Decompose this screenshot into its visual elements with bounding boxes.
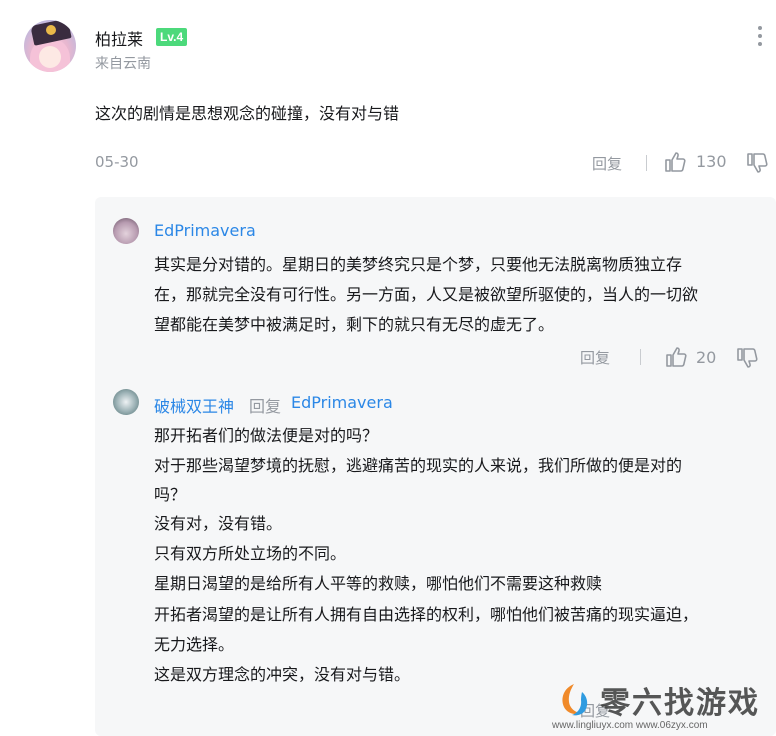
reply-avatar[interactable] bbox=[113, 218, 139, 244]
avatar-hat-ornament bbox=[46, 25, 56, 35]
comment-username[interactable]: 柏拉莱 bbox=[95, 26, 143, 50]
location-text: 来自云南 bbox=[95, 56, 151, 72]
reply-text-line: 只有双方所处立场的不同。 bbox=[154, 544, 347, 563]
watermark-url: www.lingliuyx.com www.06zyx.com bbox=[552, 720, 708, 731]
action-divider bbox=[646, 155, 647, 171]
reply-button[interactable]: 回复 bbox=[580, 347, 610, 368]
reply-text-line: 那开拓者们的做法便是对的吗？ bbox=[154, 426, 379, 445]
reply-text-line: 其实是分对错的。星期日的美梦终究只是个梦，只要他无法脱离物质独立存 bbox=[154, 255, 683, 274]
comment-date: 05-30 bbox=[95, 153, 139, 171]
reply-text-line: 这是双方理念的冲突，没有对与错。 bbox=[154, 665, 411, 684]
reply-text-line: 望都能在美梦中被满足时，剩下的就只有无尽的虚无了。 bbox=[154, 315, 555, 334]
level-badge: Lv.4 bbox=[156, 28, 188, 46]
reply-avatar[interactable] bbox=[113, 389, 139, 415]
reply-to-label: 回复 bbox=[249, 397, 282, 416]
site-watermark: 零六找游戏 www.lingliuyx.com www.06zyx.com bbox=[548, 676, 776, 736]
reply-text-line: 对于那些渴望梦境的抚慰，逃避痛苦的现实的人来说，我们所做的便是对的 bbox=[154, 456, 683, 475]
thumbs-down-icon[interactable] bbox=[736, 347, 758, 369]
thumbs-down-icon[interactable] bbox=[746, 152, 768, 174]
reply-text-line: 吗？ bbox=[154, 485, 187, 504]
thumbs-up-icon[interactable] bbox=[664, 151, 686, 173]
reply-button[interactable]: 回复 bbox=[592, 153, 622, 174]
reply-text-line: 没有对，没有错。 bbox=[154, 514, 283, 533]
reply-username[interactable]: 破械双王神 bbox=[154, 393, 234, 417]
comment-text: 这次的剧情是思想观念的碰撞，没有对与错 bbox=[95, 104, 400, 123]
like-count: 20 bbox=[696, 348, 717, 367]
watermark-logo-icon bbox=[562, 684, 588, 716]
like-count: 130 bbox=[696, 152, 727, 171]
action-divider bbox=[640, 349, 641, 365]
avatar-face bbox=[39, 46, 61, 68]
reply-to-username[interactable]: EdPrimavera bbox=[291, 393, 393, 412]
reply-username[interactable]: EdPrimavera bbox=[154, 221, 256, 240]
reply-text-line: 在，那就完全没有可行性。另一方面，人又是被欲望所驱使的，当人的一切欲 bbox=[154, 285, 699, 304]
thumbs-up-icon[interactable] bbox=[665, 346, 687, 368]
reply-text-line: 开拓者渴望的是让所有人拥有自由选择的权利，哪怕他们被苦痛的现实逼迫， bbox=[154, 605, 699, 624]
reply-text-line: 星期日渴望的是给所有人平等的救赎，哪怕他们不需要这种救赎 bbox=[154, 574, 603, 593]
more-options-icon[interactable] bbox=[758, 26, 762, 46]
reply-text-line: 无力选择。 bbox=[154, 635, 235, 654]
avatar[interactable] bbox=[24, 20, 76, 72]
watermark-title: 零六找游戏 bbox=[600, 686, 760, 721]
